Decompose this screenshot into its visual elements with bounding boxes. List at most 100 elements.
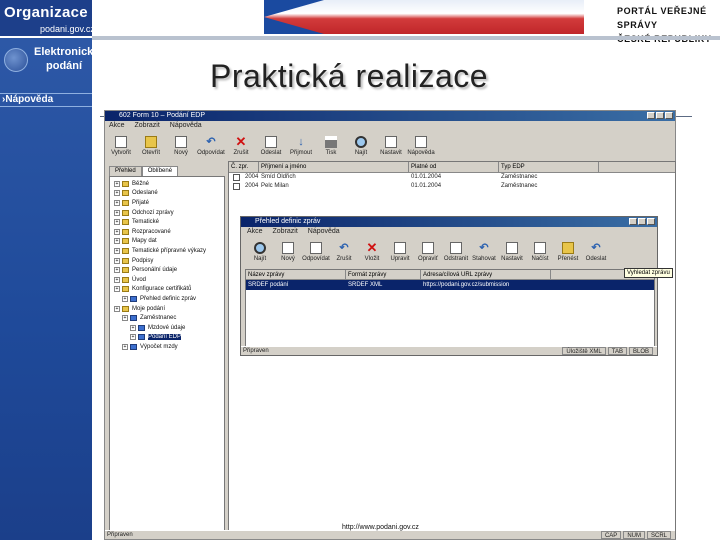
toolbar-button-find[interactable]: Najít <box>347 133 375 163</box>
dialog-toolbar-button[interactable]: Opraviť <box>415 239 441 269</box>
dialog-toolbar-button[interactable]: Odstranit <box>443 239 469 269</box>
dialog-toolbar-button[interactable]: ↶ Odeslat <box>583 239 609 269</box>
dialog-toolbar-button[interactable]: Odpovídat <box>302 239 330 269</box>
menu-item[interactable]: Nápověda <box>170 122 202 129</box>
tree-item-label: Přijaté <box>132 199 150 206</box>
dialog-toolbar-button[interactable]: Nastavit <box>499 239 525 269</box>
dialog-toolbar-button[interactable]: ↶ Zrušit <box>331 239 357 269</box>
column-header[interactable]: Název zprávy <box>246 270 346 279</box>
close-icon[interactable] <box>665 112 673 119</box>
table-row[interactable]: 2004 Šmíd Oldřich 01.01.2004 Zaměstnanec <box>229 173 675 182</box>
tree-item[interactable]: + Přehled definic zpráv <box>110 294 224 304</box>
expand-toggle-icon[interactable]: + <box>122 295 128 302</box>
expand-toggle-icon[interactable]: + <box>114 199 120 206</box>
tree-item-label: Podpisy <box>132 257 154 264</box>
minimize-icon[interactable] <box>647 112 655 119</box>
tree-item[interactable]: + Podání EDP <box>110 333 224 343</box>
minimize-icon[interactable] <box>629 218 637 225</box>
tree-item[interactable]: + Zaměstnanec <box>110 313 224 323</box>
menu-item[interactable]: Zobrazit <box>135 122 160 129</box>
maximize-icon[interactable] <box>638 218 646 225</box>
dialog-toolbar-button[interactable]: Nový <box>275 239 301 269</box>
dialog-toolbar-button[interactable]: ✕ Vložit <box>359 239 385 269</box>
expand-toggle-icon[interactable]: + <box>114 238 120 245</box>
expand-toggle-icon[interactable]: + <box>114 180 120 187</box>
expand-toggle-icon[interactable]: + <box>114 257 120 264</box>
tree-item[interactable]: + Mzdové údaje <box>110 323 224 333</box>
expand-toggle-icon[interactable]: + <box>114 276 120 283</box>
menu-item[interactable]: Nápověda <box>308 228 340 235</box>
tree-item[interactable]: + Úvod <box>110 275 224 285</box>
folder-icon <box>130 315 137 322</box>
expand-toggle-icon[interactable]: + <box>114 228 120 235</box>
expand-toggle-icon[interactable]: + <box>122 315 128 322</box>
dialog-toolbar-button[interactable]: Najít <box>247 239 273 269</box>
column-header[interactable]: Č. zpr. <box>229 162 259 172</box>
tree-item[interactable]: + Výpočet mzdy <box>110 342 224 352</box>
toolbar-button-reply[interactable]: ↶ Odpovídat <box>197 133 225 163</box>
tree-item-label: Personální údaje <box>132 267 178 274</box>
table-row[interactable]: 2004 Pelc Milan 01.01.2004 Zaměstnanec <box>229 182 675 191</box>
toolbar-button-help[interactable]: Nápověda <box>407 133 435 163</box>
expand-toggle-icon[interactable]: + <box>130 324 136 331</box>
dialog-toolbar: Najít Nový Odpovídat ↶ Zrušit ✕ Vložit Upravit O… <box>247 239 609 267</box>
expand-toggle-icon[interactable]: + <box>114 209 120 216</box>
tree-item[interactable]: + Mapy dat <box>110 237 224 247</box>
tree-item[interactable]: + Rozpracované <box>110 227 224 237</box>
tree-item[interactable]: + Odeslané <box>110 189 224 199</box>
row-checkbox[interactable] <box>233 183 240 190</box>
tree-item[interactable]: + Tematické přípravné výkazy <box>110 246 224 256</box>
expand-toggle-icon[interactable]: + <box>114 190 120 197</box>
tab-overview[interactable]: Přehled <box>109 166 142 176</box>
toolbar-button-receive[interactable]: ↓ Přijmout <box>287 133 315 163</box>
toolbar-button-settings[interactable]: Nastavit <box>377 133 405 163</box>
dialog-toolbar-button[interactable]: Načíst <box>527 239 553 269</box>
tree-item[interactable]: + Tematické <box>110 217 224 227</box>
maximize-icon[interactable] <box>656 112 664 119</box>
toolbar-button-create[interactable]: Vytvořit <box>107 133 135 163</box>
tree-item[interactable]: + Běžné <box>110 179 224 189</box>
tree-item[interactable]: + Odchozí zprávy <box>110 208 224 218</box>
toolbar-button-open[interactable]: Otevřít <box>137 133 165 163</box>
app-logo[interactable]: Elektronická podání <box>2 42 99 80</box>
menu-item[interactable]: Zobrazit <box>273 228 298 235</box>
column-header[interactable]: Platné od <box>409 162 499 172</box>
organization-logo[interactable]: Organizace podani.gov.cz <box>0 0 95 38</box>
tree-item[interactable]: + Moje podání <box>110 304 224 314</box>
expand-toggle-icon[interactable]: + <box>114 247 120 254</box>
tree-item[interactable]: + Konfigurace certifikátů <box>110 285 224 295</box>
footer-url[interactable]: http://www.podani.gov.cz <box>342 524 419 531</box>
dialog-toolbar-button[interactable]: ↶ Stahovat <box>471 239 497 269</box>
tree-item-label: Rozpracované <box>132 228 171 235</box>
column-header[interactable]: Adresa/cílová URL zprávy <box>421 270 551 279</box>
expand-toggle-icon[interactable]: + <box>114 286 120 293</box>
expand-toggle-icon[interactable]: + <box>114 219 120 226</box>
folder-icon <box>122 219 129 226</box>
tree-item[interactable]: + Personální údaje <box>110 265 224 275</box>
column-header[interactable]: Příjmení a jméno <box>259 162 409 172</box>
close-icon[interactable] <box>647 218 655 225</box>
table-row[interactable]: SRDEF podání SRDEF XML https://podani.go… <box>246 280 654 290</box>
column-header[interactable]: Typ EDP <box>499 162 599 172</box>
dialog-window-controls <box>629 218 655 225</box>
expand-toggle-icon[interactable]: + <box>130 334 136 341</box>
tree-item[interactable]: + Podpisy <box>110 256 224 266</box>
toolbar-button-cancel[interactable]: ✕ Zrušit <box>227 133 255 163</box>
column-header[interactable]: Formát zprávy <box>346 270 421 279</box>
cell: Zaměstnanec <box>501 183 538 189</box>
toolbar-button-send[interactable]: Odeslat <box>257 133 285 163</box>
dialog-toolbar-button[interactable]: Upravit <box>387 239 413 269</box>
expand-toggle-icon[interactable]: + <box>114 267 120 274</box>
toolbar-button-print[interactable]: Tisk <box>317 133 345 163</box>
dialog-toolbar-button[interactable]: Přenést <box>555 239 581 269</box>
expand-toggle-icon[interactable]: + <box>122 343 128 350</box>
row-checkbox[interactable] <box>233 174 240 181</box>
expand-toggle-icon[interactable]: + <box>114 305 120 312</box>
menu-item[interactable]: Akce <box>109 122 125 129</box>
tab-favorites[interactable]: Oblíbené <box>141 166 179 176</box>
toolbar-button-new[interactable]: Nový <box>167 133 195 163</box>
help-link[interactable]: Nápověda <box>0 93 92 107</box>
tree-item[interactable]: + Přijaté <box>110 198 224 208</box>
menu-item[interactable]: Akce <box>247 228 263 235</box>
folder-icon <box>122 238 129 245</box>
